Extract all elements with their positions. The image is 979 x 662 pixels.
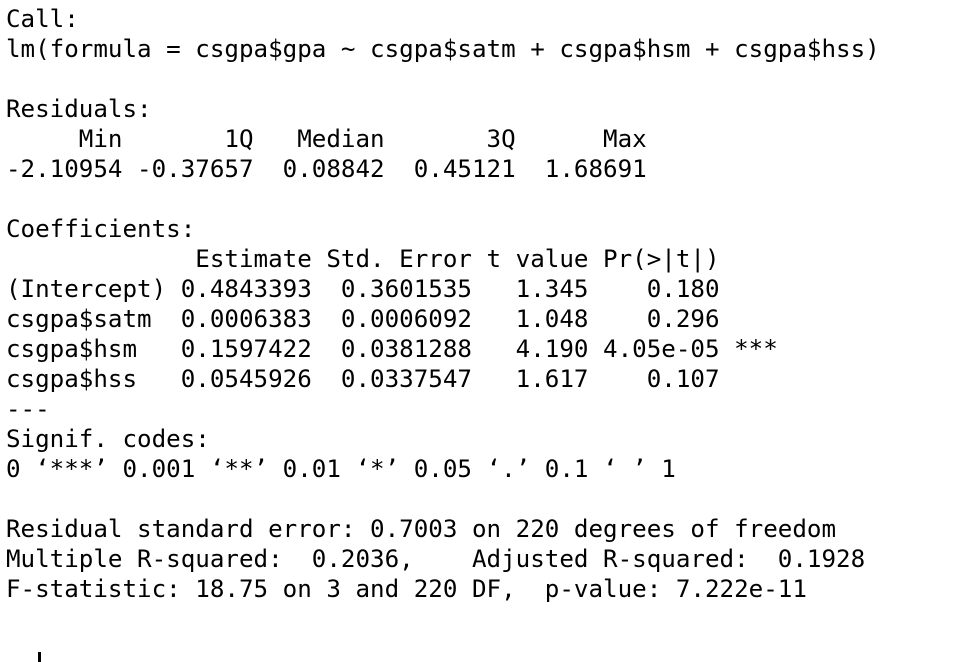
coefficients-separator: --- <box>6 395 50 423</box>
coefficient-row-hss: csgpa$hss 0.0545926 0.0337547 1.617 0.10… <box>6 365 778 393</box>
console-output: Call: lm(formula = csgpa$gpa ~ csgpa$sat… <box>6 4 976 604</box>
call-formula: lm(formula = csgpa$gpa ~ csgpa$satm + cs… <box>6 35 880 63</box>
signif-codes-label: Signif. codes: <box>6 425 210 453</box>
coefficients-label: Coefficients: <box>6 215 196 243</box>
coefficient-row-hsm: csgpa$hsm 0.1597422 0.0381288 4.190 4.05… <box>6 335 778 363</box>
text-cursor[interactable] <box>38 652 41 662</box>
residual-standard-error: Residual standard error: 0.7003 on 220 d… <box>6 515 837 543</box>
r-console-window[interactable]: { "call": { "label": "Call:", "formula":… <box>0 0 979 662</box>
r-squared-line: Multiple R-squared: 0.2036, Adjusted R-s… <box>6 545 880 573</box>
residuals-header: Min 1Q Median 3Q Max <box>6 125 662 153</box>
coefficient-row-satm: csgpa$satm 0.0006383 0.0006092 1.048 0.2… <box>6 305 778 333</box>
residuals-label: Residuals: <box>6 95 152 123</box>
coefficients-header: Estimate Std. Error t value Pr(>|t|) <box>6 245 778 273</box>
signif-codes-legend: 0 ‘***’ 0.001 ‘**’ 0.01 ‘*’ 0.05 ‘.’ 0.1… <box>6 455 676 483</box>
call-label: Call: <box>6 5 79 33</box>
f-statistic-line: F-statistic: 18.75 on 3 and 220 DF, p-va… <box>6 575 807 603</box>
residuals-values: -2.10954 -0.37657 0.08842 0.45121 1.6869… <box>6 155 662 183</box>
coefficient-row-intercept: (Intercept) 0.4843393 0.3601535 1.345 0.… <box>6 275 778 303</box>
